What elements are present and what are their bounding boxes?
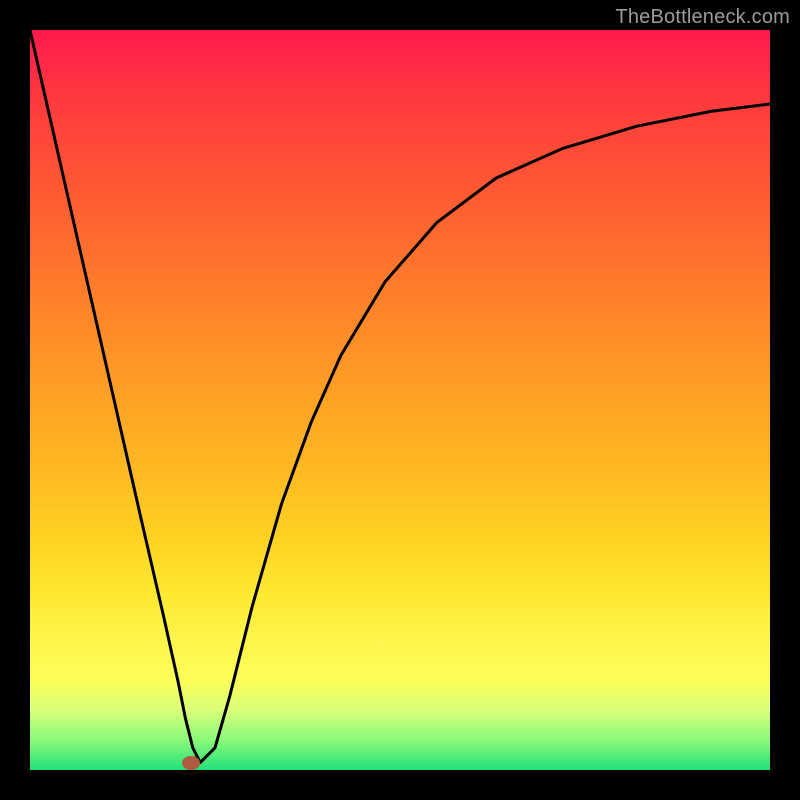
watermark-text: TheBottleneck.com <box>615 6 790 29</box>
minimum-marker <box>182 756 200 770</box>
curve-svg <box>30 30 770 770</box>
plot-area <box>30 30 770 770</box>
chart-container: TheBottleneck.com <box>0 0 800 800</box>
bottleneck-curve <box>30 30 770 763</box>
